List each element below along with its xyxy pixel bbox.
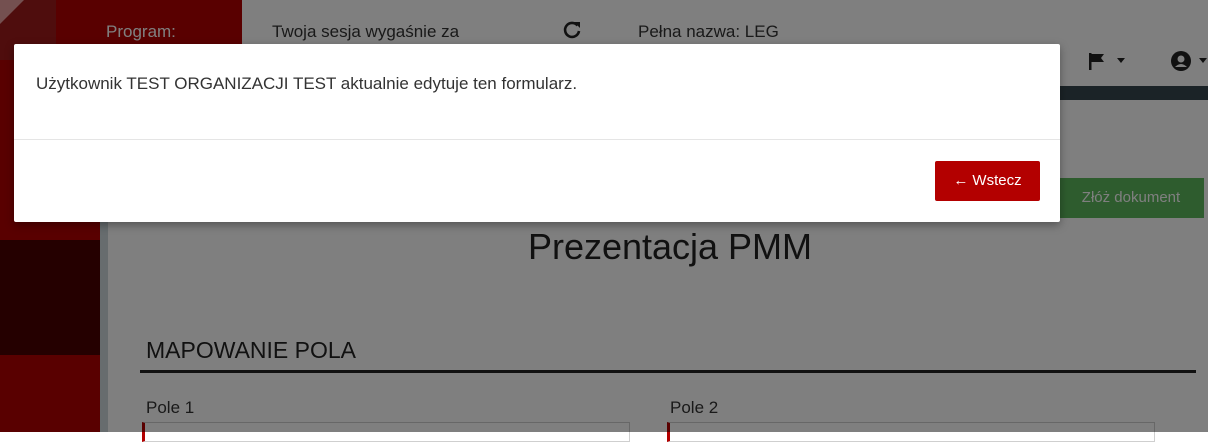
page: Program: Twoja sesja wygaśnie za Pełna n…	[0, 0, 1208, 442]
modal-divider	[14, 139, 1060, 140]
modal-dialog: Użytkownik TEST ORGANIZACJI TEST aktualn…	[14, 44, 1060, 222]
back-button-label: Wstecz	[972, 172, 1022, 189]
arrow-left-icon: ←	[953, 172, 969, 189]
modal-body: Użytkownik TEST ORGANIZACJI TEST aktualn…	[14, 44, 1060, 139]
modal-message: Użytkownik TEST ORGANIZACJI TEST aktualn…	[36, 74, 578, 93]
back-button[interactable]: ← Wstecz	[935, 161, 1040, 201]
